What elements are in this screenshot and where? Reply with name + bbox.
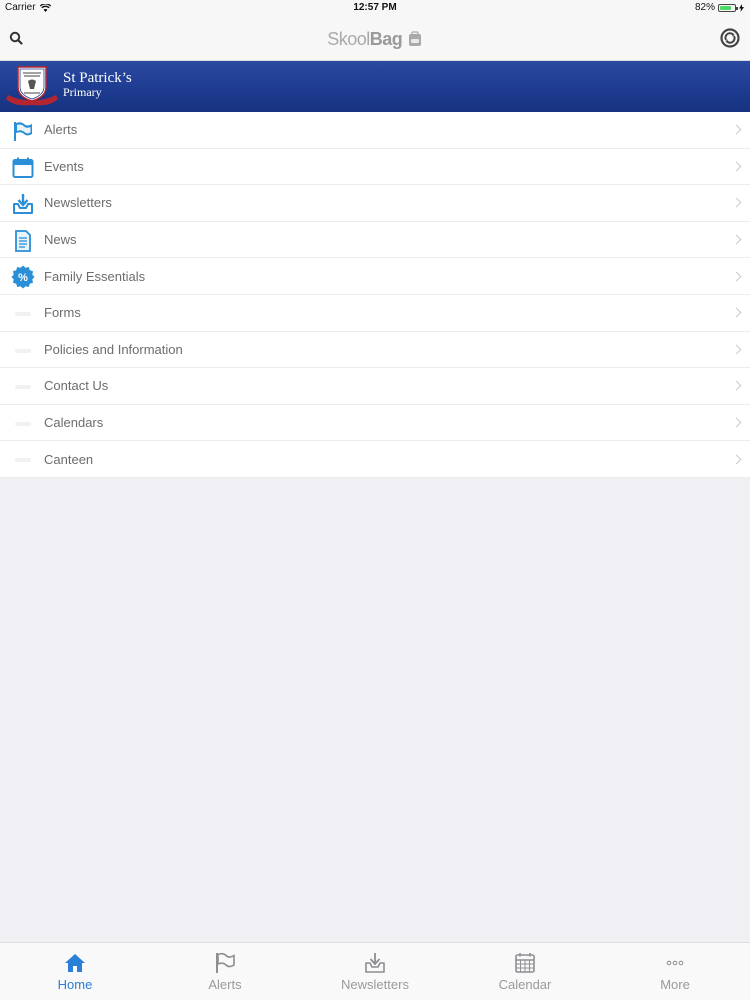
flag-icon xyxy=(11,120,35,142)
placeholder-icon xyxy=(11,340,35,362)
placeholder-icon xyxy=(11,303,35,325)
battery-percent: 82% xyxy=(694,2,715,13)
tab-label: Calendar xyxy=(498,977,552,992)
chevron-right-icon xyxy=(731,307,742,318)
tab-label: More xyxy=(660,977,690,992)
chevron-right-icon xyxy=(731,271,742,282)
chevron-right-icon xyxy=(731,454,742,465)
chevron-right-icon xyxy=(731,198,742,208)
skoolbag-logo: SkoolBag xyxy=(0,29,750,50)
tab-label: Home xyxy=(57,977,93,992)
home-menu-list: Alerts Events Newsletters News % Family … xyxy=(0,112,750,478)
chevron-right-icon xyxy=(731,161,742,172)
bottom-tab-bar: Home Alerts Newsletters Calendar More xyxy=(0,942,750,1000)
menu-item-label: Events xyxy=(44,158,84,174)
more-dots-icon xyxy=(666,960,684,966)
placeholder-icon xyxy=(11,449,35,471)
school-name-line2: Primary xyxy=(63,85,102,99)
menu-item-label: News xyxy=(44,232,77,248)
home-icon xyxy=(65,954,85,972)
battery-icon xyxy=(718,3,738,12)
inbox-download-icon xyxy=(365,953,385,973)
tab-more[interactable]: More xyxy=(600,943,750,1000)
navigation-bar: SkoolBag xyxy=(0,16,750,61)
menu-item-news[interactable]: News xyxy=(0,222,750,259)
document-icon xyxy=(11,229,35,252)
menu-item-label: Policies and Information xyxy=(44,341,183,357)
placeholder-icon xyxy=(11,376,35,398)
tab-calendar[interactable]: Calendar xyxy=(450,943,600,1000)
tab-label: Newsletters xyxy=(341,977,409,992)
chevron-right-icon xyxy=(731,417,742,428)
menu-item-label: Canteen xyxy=(44,451,94,467)
menu-item-contact-us[interactable]: Contact Us xyxy=(0,368,750,405)
charging-bolt-icon xyxy=(739,3,744,12)
backpack-icon xyxy=(408,31,421,46)
menu-item-label: Forms xyxy=(44,305,81,321)
chevron-right-icon xyxy=(731,124,742,135)
menu-item-alerts[interactable]: Alerts xyxy=(0,112,750,149)
status-bar: Carrier 12:57 PM 82% xyxy=(0,0,750,16)
tab-alerts[interactable]: Alerts xyxy=(150,943,300,1000)
chevron-right-icon xyxy=(731,234,742,245)
inbox-download-icon xyxy=(11,193,35,215)
menu-item-label: Family Essentials xyxy=(44,268,146,284)
chevron-right-icon xyxy=(731,381,742,391)
svg-text:%: % xyxy=(18,272,28,284)
menu-item-label: Calendars xyxy=(44,415,104,431)
logo-text-bold: Bag xyxy=(369,29,403,49)
calendar-icon xyxy=(11,157,35,179)
menu-item-events[interactable]: Events xyxy=(0,149,750,186)
menu-item-label: Contact Us xyxy=(44,378,109,394)
calendar-icon xyxy=(515,953,535,973)
battery-info: 82% xyxy=(695,2,744,13)
menu-item-forms[interactable]: Forms xyxy=(0,295,750,332)
menu-item-canteen[interactable]: Canteen xyxy=(0,441,750,478)
tab-home[interactable]: Home xyxy=(0,943,150,1000)
sync-settings-icon[interactable] xyxy=(720,28,740,48)
flag-icon xyxy=(216,952,235,973)
clock: 12:57 PM xyxy=(353,2,397,13)
placeholder-icon xyxy=(11,413,35,435)
menu-item-policies-and-information[interactable]: Policies and Information xyxy=(0,332,750,369)
menu-item-family-essentials[interactable]: % Family Essentials xyxy=(0,258,750,295)
menu-item-calendars[interactable]: Calendars xyxy=(0,405,750,442)
school-name-line1: St Patrick’s xyxy=(63,70,132,86)
menu-item-newsletters[interactable]: Newsletters xyxy=(0,185,750,222)
school-crest-logo xyxy=(6,66,58,106)
school-name: St Patrick’s Primary xyxy=(63,70,132,100)
logo-text-light: Skool xyxy=(327,29,370,49)
percent-badge-icon: % xyxy=(11,265,35,289)
chevron-right-icon xyxy=(731,344,742,355)
menu-item-label: Alerts xyxy=(44,122,78,138)
menu-item-label: Newsletters xyxy=(44,195,112,211)
tab-newsletters[interactable]: Newsletters xyxy=(300,943,450,1000)
tab-label: Alerts xyxy=(208,977,242,992)
school-banner: St Patrick’s Primary xyxy=(0,61,750,112)
